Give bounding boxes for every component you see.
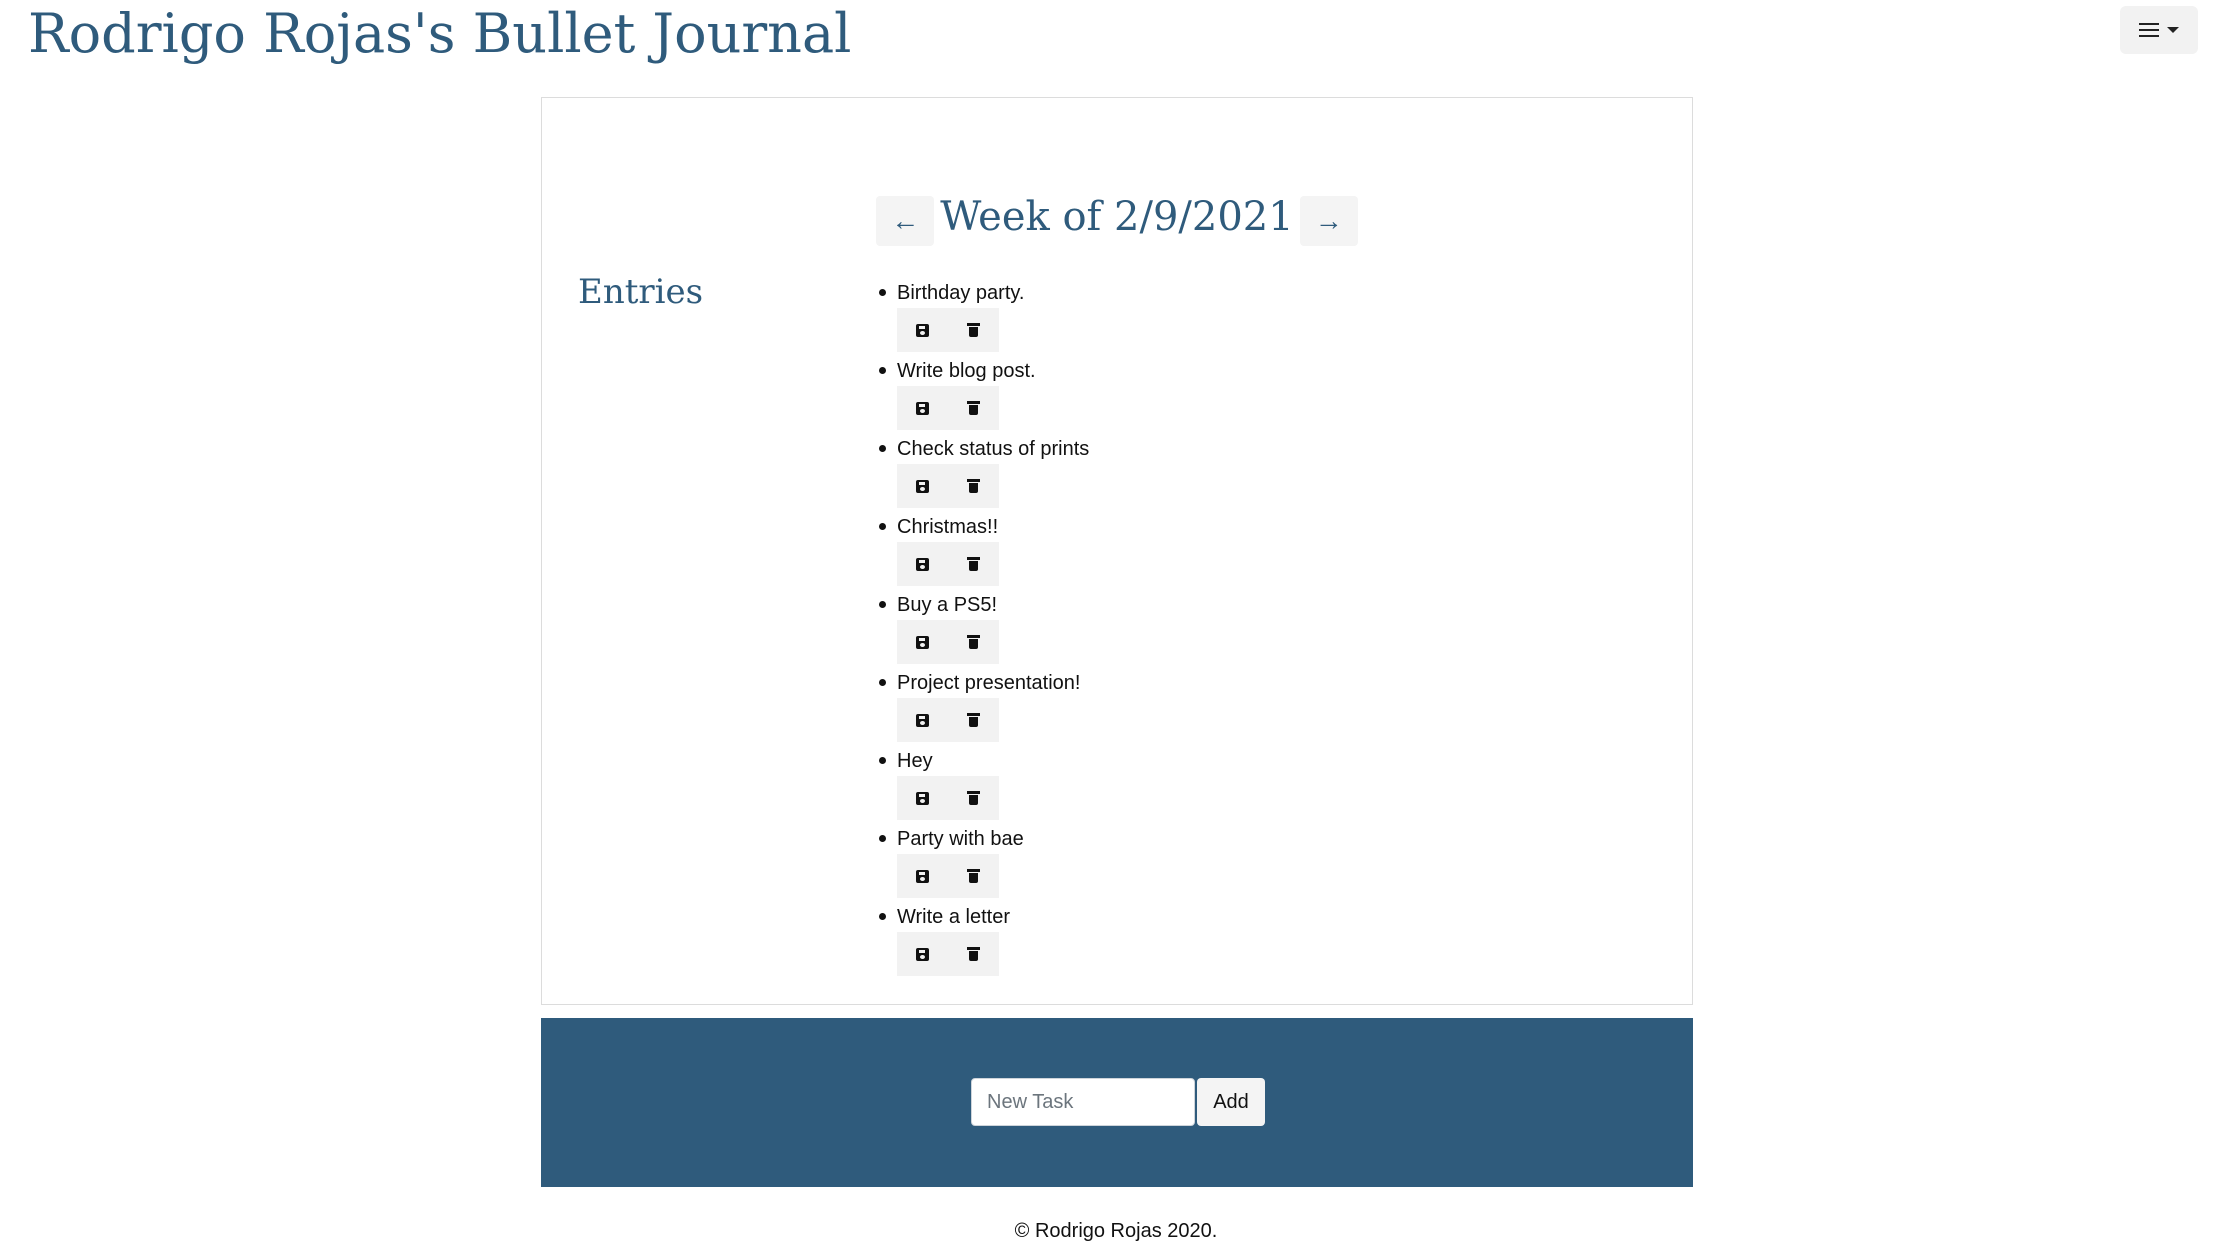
bullet-icon xyxy=(879,601,886,608)
week-navigation: ← Week of 2/9/2021 → xyxy=(542,188,1692,246)
new-task-input[interactable] xyxy=(971,1078,1195,1126)
delete-button[interactable] xyxy=(948,542,999,586)
delete-button[interactable] xyxy=(948,308,999,352)
week-title: Week of 2/9/2021 xyxy=(940,194,1294,240)
save-icon xyxy=(916,323,929,337)
bullet-icon xyxy=(879,679,886,686)
delete-button[interactable] xyxy=(948,464,999,508)
journal-card: ← Week of 2/9/2021 → Entries Birthday pa… xyxy=(541,97,1693,1005)
bullet-icon xyxy=(879,913,886,920)
bullet-icon xyxy=(879,835,886,842)
entry-text[interactable]: Party with bae xyxy=(897,824,1089,854)
save-button[interactable] xyxy=(897,620,948,664)
trash-icon xyxy=(967,557,980,571)
list-item: Write blog post. xyxy=(879,356,1089,434)
entry-text[interactable]: Christmas!! xyxy=(897,512,1089,542)
trash-icon xyxy=(967,401,980,415)
save-icon xyxy=(916,635,929,649)
save-icon xyxy=(916,791,929,805)
trash-icon xyxy=(967,323,980,337)
save-button[interactable] xyxy=(897,776,948,820)
entry-text[interactable]: Hey xyxy=(897,746,1089,776)
caret-down-icon xyxy=(2167,27,2179,33)
save-icon xyxy=(916,869,929,883)
save-button[interactable] xyxy=(897,308,948,352)
save-icon xyxy=(916,947,929,961)
save-button[interactable] xyxy=(897,932,948,976)
save-button[interactable] xyxy=(897,542,948,586)
entry-text[interactable]: Write a letter xyxy=(897,902,1089,932)
hamburger-menu-icon xyxy=(2139,23,2159,37)
trash-icon xyxy=(967,635,980,649)
delete-button[interactable] xyxy=(948,932,999,976)
delete-button[interactable] xyxy=(948,854,999,898)
list-item: Write a letter xyxy=(879,902,1089,980)
delete-button[interactable] xyxy=(948,386,999,430)
bullet-icon xyxy=(879,445,886,452)
menu-dropdown-button[interactable] xyxy=(2120,6,2198,54)
bullet-icon xyxy=(879,367,886,374)
list-item: Project presentation! xyxy=(879,668,1089,746)
entry-text[interactable]: Check status of prints xyxy=(897,434,1089,464)
save-icon xyxy=(916,557,929,571)
entries-list: Birthday party. Write blog post. Check s… xyxy=(879,278,1089,980)
save-button[interactable] xyxy=(897,698,948,742)
entry-actions xyxy=(897,776,1089,820)
entry-actions xyxy=(897,932,1089,976)
copyright-footer: © Rodrigo Rojas 2020. xyxy=(1014,1220,1218,1242)
list-item: Birthday party. xyxy=(879,278,1089,356)
save-button[interactable] xyxy=(897,854,948,898)
previous-week-button[interactable]: ← xyxy=(876,196,935,246)
entry-actions xyxy=(897,386,1089,430)
trash-icon xyxy=(967,479,980,493)
entry-actions xyxy=(897,854,1089,898)
save-button[interactable] xyxy=(897,386,948,430)
trash-icon xyxy=(967,947,980,961)
delete-button[interactable] xyxy=(948,776,999,820)
trash-icon xyxy=(967,791,980,805)
arrow-right-icon: → xyxy=(1314,205,1343,236)
add-task-button[interactable]: Add xyxy=(1197,1078,1265,1126)
new-task-form: Add xyxy=(971,1078,1265,1126)
next-week-button[interactable]: → xyxy=(1299,196,1358,246)
delete-button[interactable] xyxy=(948,698,999,742)
list-item: Buy a PS5! xyxy=(879,590,1089,668)
save-button[interactable] xyxy=(897,464,948,508)
entry-actions xyxy=(897,542,1089,586)
trash-icon xyxy=(967,869,980,883)
entry-text[interactable]: Write blog post. xyxy=(897,356,1089,386)
new-task-bar: Add xyxy=(541,1018,1693,1187)
trash-icon xyxy=(967,713,980,727)
entry-actions xyxy=(897,308,1089,352)
bullet-icon xyxy=(879,289,886,296)
bullet-icon xyxy=(879,757,886,764)
list-item: Christmas!! xyxy=(879,512,1089,590)
list-item: Hey xyxy=(879,746,1089,824)
save-icon xyxy=(916,713,929,727)
entry-actions xyxy=(897,464,1089,508)
save-icon xyxy=(916,479,929,493)
bullet-icon xyxy=(879,523,886,530)
list-item: Check status of prints xyxy=(879,434,1089,512)
entry-actions xyxy=(897,620,1089,664)
list-item: Party with bae xyxy=(879,824,1089,902)
entries-heading: Entries xyxy=(578,272,704,312)
save-icon xyxy=(916,401,929,415)
entry-text[interactable]: Buy a PS5! xyxy=(897,590,1089,620)
entry-actions xyxy=(897,698,1089,742)
entry-text[interactable]: Project presentation! xyxy=(897,668,1089,698)
arrow-left-icon: ← xyxy=(891,205,920,236)
page-title: Rodrigo Rojas's Bullet Journal xyxy=(28,2,852,65)
delete-button[interactable] xyxy=(948,620,999,664)
entry-text[interactable]: Birthday party. xyxy=(897,278,1089,308)
